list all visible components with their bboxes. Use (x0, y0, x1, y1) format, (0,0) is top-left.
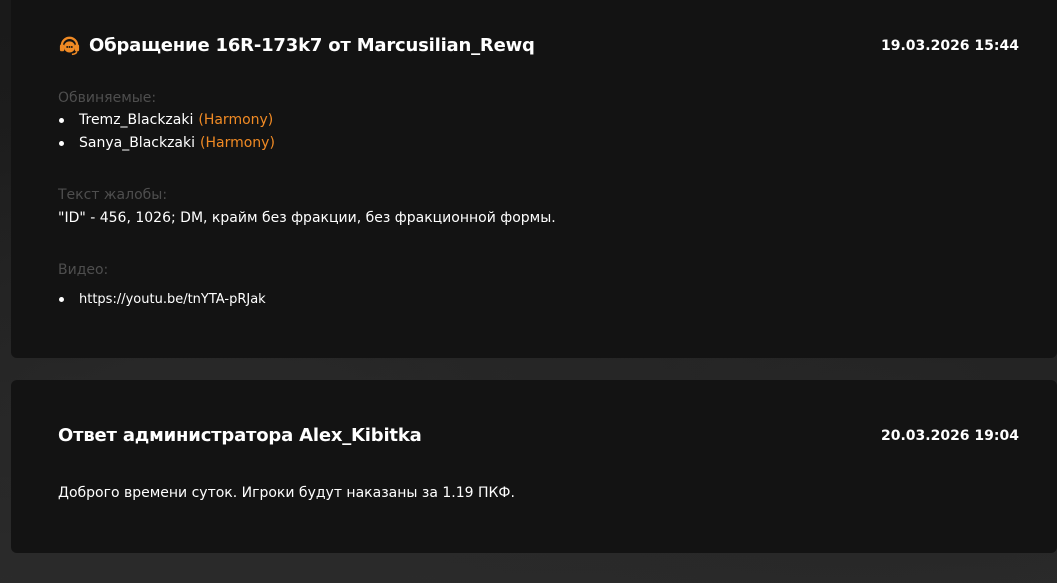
accused-item: Sanya_Blackzaki (Harmony) (58, 132, 275, 155)
accused-name: Tremz_Blackzaki (79, 112, 194, 128)
bullet-dot (59, 118, 64, 123)
answer-header: Ответ администратора Alex_Kibitka 20.03.… (58, 425, 1019, 446)
accused-faction: (Harmony) (200, 135, 275, 151)
support-headset-icon (58, 34, 81, 57)
accused-faction: (Harmony) (198, 112, 274, 128)
admin-answer-card: Ответ администратора Alex_Kibitka 20.03.… (11, 380, 1057, 553)
answer-datetime: 20.03.2026 19:04 (880, 427, 1019, 444)
accused-label: Обвиняемые: (58, 90, 157, 106)
complaint-title: Обращение 16R-173k7 от Marcusilian_Rewq (89, 35, 535, 56)
complaint-card: Обращение 16R-173k7 от Marcusilian_Rewq … (11, 0, 1057, 358)
complaint-text-label: Текст жалобы: (58, 187, 168, 203)
bullet-dot (59, 141, 64, 146)
accused-list: Tremz_Blackzaki (Harmony) Sanya_Blackzak… (58, 109, 275, 155)
video-label: Видео: (58, 262, 109, 278)
complaint-datetime: 19.03.2026 15:44 (880, 37, 1019, 54)
accused-item: Tremz_Blackzaki (Harmony) (58, 109, 275, 132)
complaint-title-wrap: Обращение 16R-173k7 от Marcusilian_Rewq (58, 34, 535, 57)
answer-title: Ответ администратора Alex_Kibitka (58, 425, 422, 446)
complaint-text: "ID" - 456, 1026; DM, крайм без фракции,… (58, 210, 556, 226)
accused-name: Sanya_Blackzaki (79, 135, 196, 151)
complaint-header: Обращение 16R-173k7 от Marcusilian_Rewq … (58, 34, 1019, 57)
video-list: https://youtu.be/tnYTA-pRJak (58, 288, 266, 311)
answer-text: Доброго времени суток. Игроки будут нака… (58, 485, 515, 501)
video-link[interactable]: https://youtu.be/tnYTA-pRJak (79, 288, 266, 311)
bullet-dot (59, 297, 64, 302)
video-item: https://youtu.be/tnYTA-pRJak (58, 288, 266, 311)
